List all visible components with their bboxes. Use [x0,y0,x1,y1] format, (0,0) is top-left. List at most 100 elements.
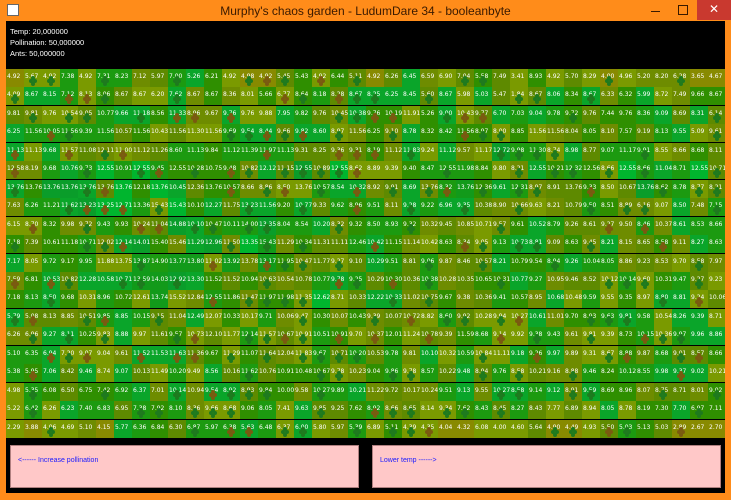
garden-cell: 9.57 [492,216,510,235]
plant-leaf [319,377,323,382]
minimize-button[interactable] [641,0,669,20]
garden-cell: 9.55 [474,382,492,401]
cell-value: 8.90 [493,202,507,210]
cell-value: 9.48 [457,368,471,376]
garden-cell: 7.49 [492,69,510,87]
garden-cell: 8.53 [690,216,708,235]
plant-leaf [409,426,413,431]
ant-marker [643,223,647,228]
garden-grid[interactable]: 4.925.674.927.384.927.318.237.125.977.00… [6,69,725,438]
garden-cell: 7.63 [6,198,24,217]
garden-cell: 8.81 [528,235,546,254]
plant-leaf [697,260,701,265]
plant-leaf [247,82,251,86]
cell-value: 3.41 [511,73,525,80]
garden-cell: 8.19 [636,401,654,420]
garden-cell: 9.35 [456,198,474,217]
garden-cell: 12.55 [438,161,456,180]
cell-value: 9.95 [79,257,93,265]
garden-cell: 8.44 [258,124,276,143]
garden-cell: 10.28 [438,271,456,290]
cell-value: 10.76 [61,165,79,173]
plant-leaf [283,426,287,431]
lower-temp-button[interactable]: Lower temp ------> [372,445,721,488]
garden-cell: 8.06 [96,87,114,106]
garden-cell: 9.04 [96,345,114,364]
increase-pollination-button[interactable]: <------ Increase pollination [10,445,359,488]
garden-cell: 8.86 [258,179,276,198]
garden-cell: 11.04 [168,308,186,327]
cell-value: 6.30 [169,423,183,431]
cell-value: 9.33 [313,202,327,210]
maximize-button[interactable] [669,0,697,20]
garden-cell: 12.11 [96,142,114,161]
garden-cell: 5.26 [420,105,438,124]
garden-cell: 8.96 [96,290,114,309]
garden-cell: 10.53 [42,271,60,290]
cell-value: 11.18 [61,239,79,247]
cell-value: 4.04 [439,423,453,431]
cell-value: 8.63 [439,239,453,247]
cell-value: 10.72 [115,294,133,302]
garden-cell: 9.78 [330,364,348,383]
cell-value: 9.14 [529,386,543,394]
cell-value: 11.12 [133,146,151,154]
garden-cell: 8.97 [636,290,654,309]
garden-cell: 11.91 [402,105,420,124]
garden-cell: 6.25 [384,87,402,106]
plant-leaf [13,315,17,320]
garden-cell: 11.36 [186,345,204,364]
cell-value: 5.26 [187,73,201,80]
garden-cell: 11.13 [6,142,24,161]
cell-value: 10.32 [421,220,439,228]
garden-cell: 13.76 [24,179,42,198]
plant-leaf [247,211,251,216]
cell-value: 8.54 [295,220,309,228]
garden-cell: 10.51 [312,327,330,346]
ant-marker [157,223,161,228]
garden-cell: 9.14 [528,382,546,401]
plant-leaf [607,321,611,326]
garden-cell: 8.36 [186,401,204,420]
cell-value: 9.51 [367,202,381,210]
garden-cell: 9.63 [294,401,312,420]
garden-cell: 11.56 [168,124,186,143]
plant-leaf [265,284,269,289]
ant-marker [49,358,53,363]
ant-marker [355,174,359,179]
ant-marker [229,112,233,117]
garden-cell: 12.56 [582,161,600,180]
garden-cell: 7.04 [456,69,474,87]
ant-marker [589,192,593,197]
garden-cell: 12.55 [690,161,708,180]
cell-value: 4.92 [7,73,21,80]
garden-cell: 5.97 [204,419,222,438]
garden-cell: 6.32 [618,87,636,106]
cell-value: 13.75 [115,257,133,265]
garden-cell: 12.46 [348,235,366,254]
cell-value: 12.18 [133,183,151,191]
garden-cell: 5.10 [78,419,96,438]
garden-cell: 12.36 [186,179,204,198]
ant-marker [121,248,125,253]
plant-leaf [517,377,521,382]
garden-cell: 8.56 [150,105,168,124]
cell-value: 13.76 [565,183,583,191]
cell-value: 12.96 [205,239,223,247]
garden-cell: 4.92 [6,69,24,87]
cell-value: 14.01 [133,239,151,247]
garden-cell: 8.58 [510,382,528,401]
garden-cell: 8.46 [456,253,474,272]
garden-cell: 9.37 [672,364,690,383]
plant-leaf [355,352,359,357]
garden-cell: 7.17 [6,253,24,272]
garden-cell: 9.61 [492,179,510,198]
cell-value: 8.06 [547,91,561,99]
garden-cell: 8.72 [654,87,672,106]
garden-cell: 8.80 [654,290,672,309]
cell-value: 9.39 [601,331,615,339]
garden-cell: 8.67 [600,345,618,364]
garden-cell: 10.10 [186,198,204,217]
plant-leaf [49,76,53,80]
close-button[interactable]: ✕ [697,0,731,20]
